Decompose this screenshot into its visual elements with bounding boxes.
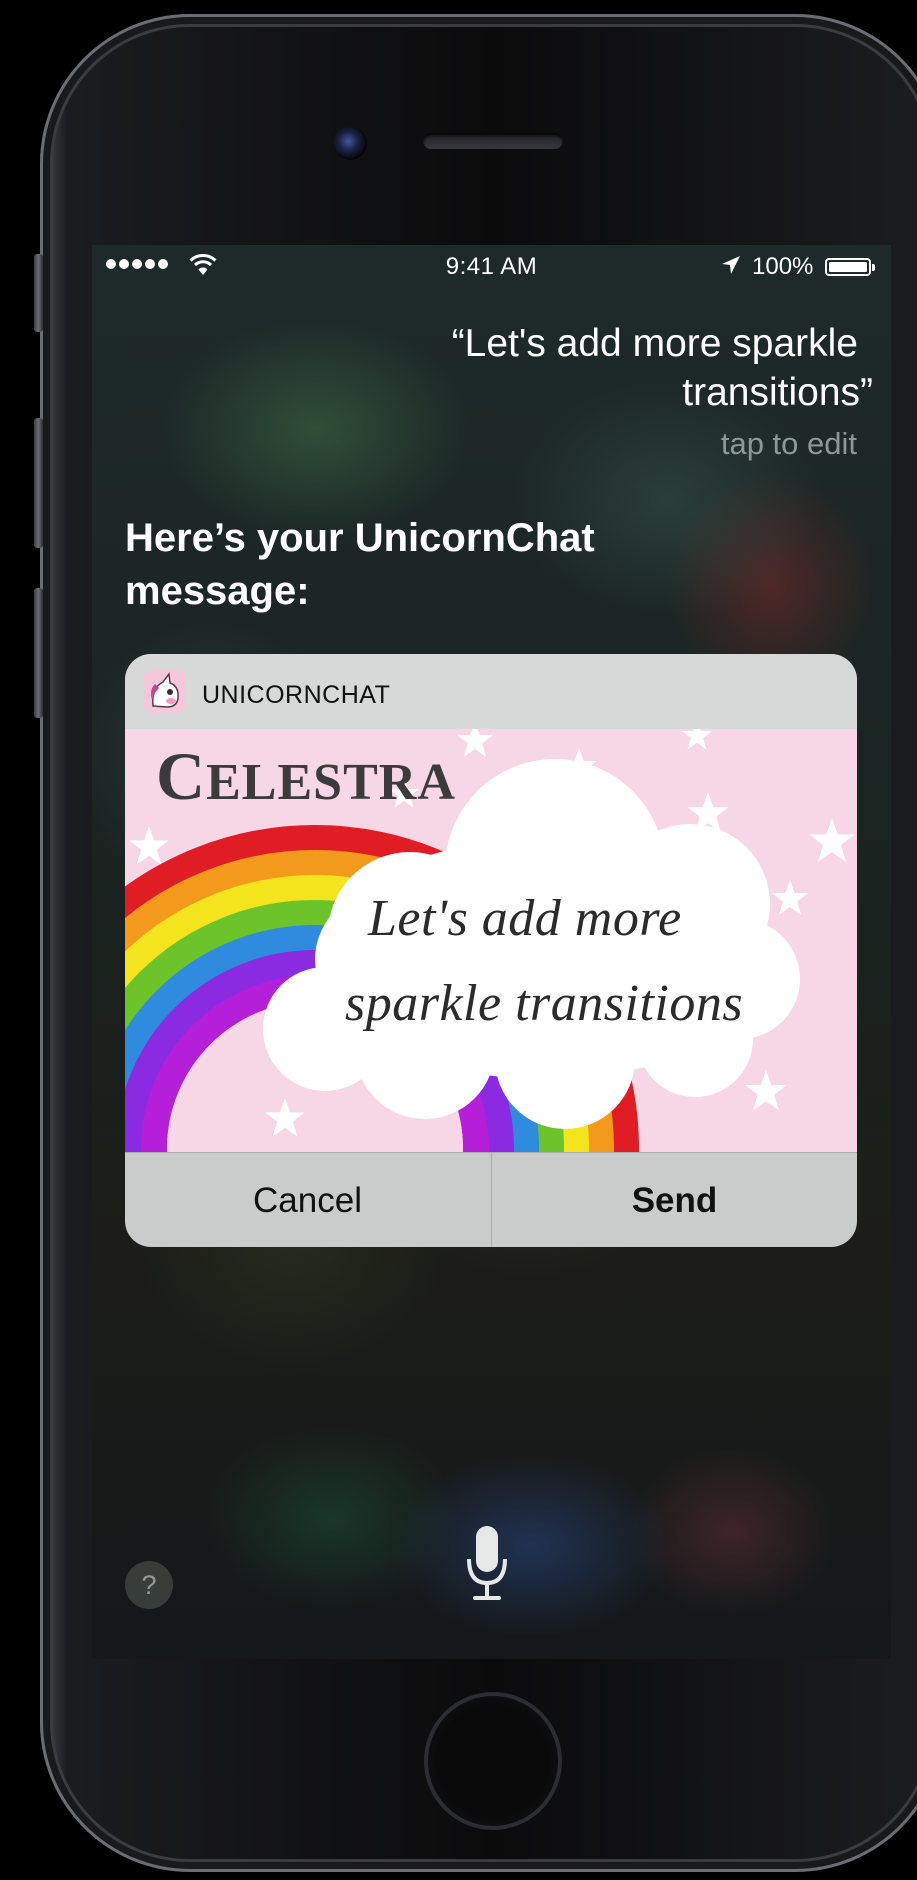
tap-to-edit-hint[interactable]: tap to edit [721, 426, 857, 462]
battery-nub [872, 264, 875, 271]
battery-icon [825, 258, 871, 276]
volume-up-button [34, 418, 43, 548]
location-arrow-icon [722, 256, 740, 274]
celestra-title-rest: ELESTRA [206, 754, 456, 811]
siri-screen: 9:41 AM 100% “Let's add more sparkle tra… [92, 245, 891, 1659]
microphone-icon [467, 1526, 507, 1600]
app-name-label: UNICORNCHAT [202, 681, 391, 709]
siri-query-line-2[interactable]: transitions” [682, 371, 873, 415]
celestra-title: CELESTRA [156, 737, 456, 816]
status-bar: 9:41 AM 100% [92, 245, 891, 285]
mute-switch [34, 254, 43, 332]
celestra-title-initial: C [156, 738, 207, 814]
volume-down-button [34, 588, 43, 718]
send-button[interactable]: Send [492, 1153, 857, 1247]
help-button[interactable]: ? [125, 1561, 173, 1609]
siri-response-line-2: message: [125, 569, 310, 613]
home-button[interactable] [424, 1692, 562, 1830]
cancel-button[interactable]: Cancel [125, 1153, 490, 1247]
message-card: UNICORNCHAT CELESTRA Let's add more spar… [125, 654, 857, 1247]
front-camera [333, 126, 367, 160]
message-image: CELESTRA Let's add more sparkle transiti… [125, 729, 857, 1152]
microphone-button[interactable] [465, 1525, 509, 1603]
card-actions: Cancel Send [125, 1152, 857, 1247]
battery-percentage: 100% [752, 253, 814, 280]
siri-response-line-1: Here’s your UnicornChat [125, 516, 595, 560]
earpiece-speaker [423, 133, 563, 149]
image-message-line-2: sparkle transitions [345, 975, 744, 1032]
unicorn-icon [143, 670, 186, 713]
siri-response-heading: Here’s your UnicornChat message: [125, 512, 685, 618]
card-header: UNICORNCHAT [125, 654, 857, 729]
image-message-line-1: Let's add more [368, 890, 682, 947]
siri-query-line-1[interactable]: “Let's add more sparkle [452, 322, 858, 366]
